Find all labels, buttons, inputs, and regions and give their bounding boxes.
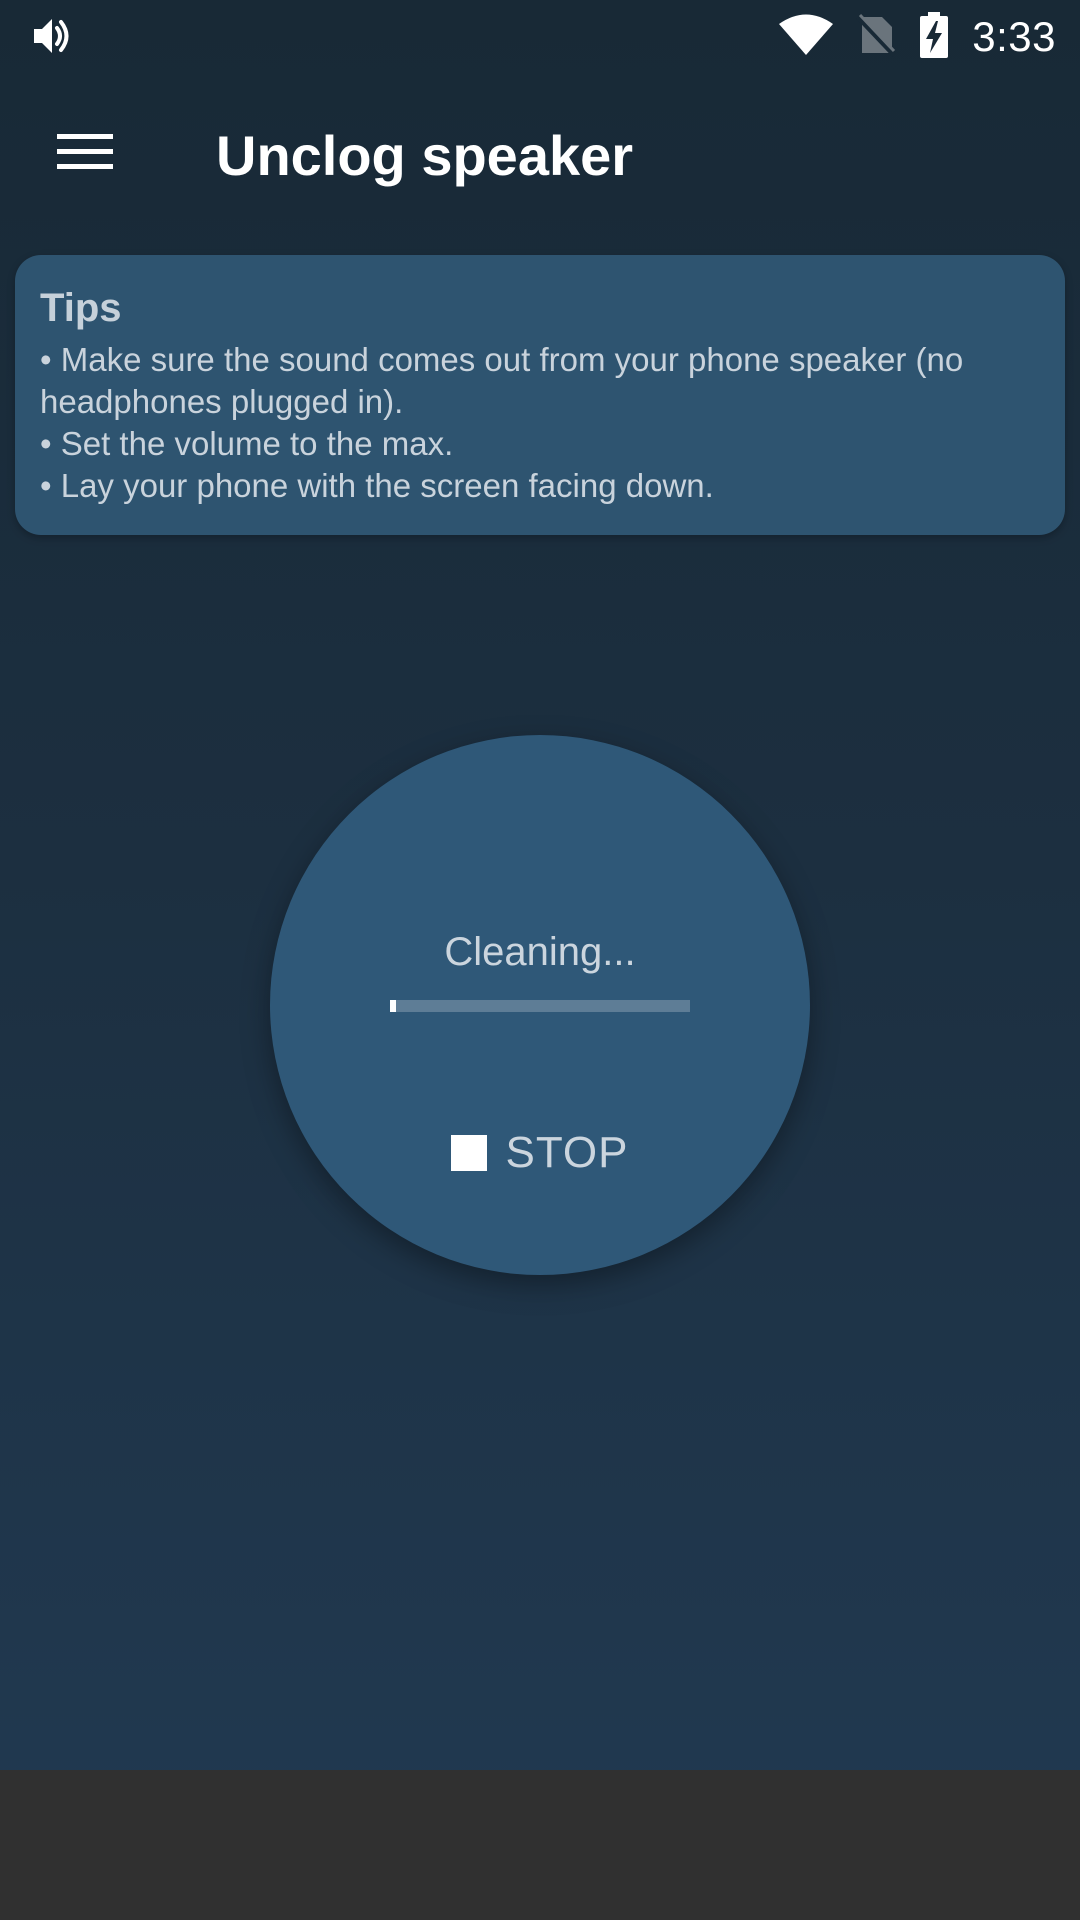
status-bar: 3:33 [0,0,1080,74]
progress-bar [390,1000,690,1012]
tip-line: • Set the volume to the max. [40,425,454,462]
stop-label: STOP [505,1128,629,1177]
screen: 3:33 Unclog speaker Tips • Make sure the… [0,0,1080,1920]
wifi-icon [778,13,834,62]
menu-button[interactable] [40,114,130,194]
status-icons: 3:33 [778,0,1056,74]
navigation-bar [0,1770,1080,1920]
tips-title: Tips [40,286,122,330]
tip-line: • Lay your phone with the screen facing … [40,467,714,504]
hamburger-menu-icon [57,132,113,177]
stop-button[interactable]: STOP [270,1123,810,1183]
cleaning-circle: Cleaning... STOP [270,735,810,1275]
app-bar: Unclog speaker [0,74,1080,242]
no-sim-icon [856,13,897,62]
volume-icon [30,14,74,58]
page-title: Unclog speaker [216,124,634,187]
tips-card: Tips • Make sure the sound comes out fro… [15,255,1065,535]
progress-fill [390,1000,396,1012]
stop-square-icon [451,1135,488,1171]
status-time: 3:33 [972,13,1056,60]
cleaning-status-text: Cleaning... [444,930,636,974]
battery-charging-icon [918,11,950,64]
tip-line: • Make sure the sound comes out from you… [40,341,964,420]
